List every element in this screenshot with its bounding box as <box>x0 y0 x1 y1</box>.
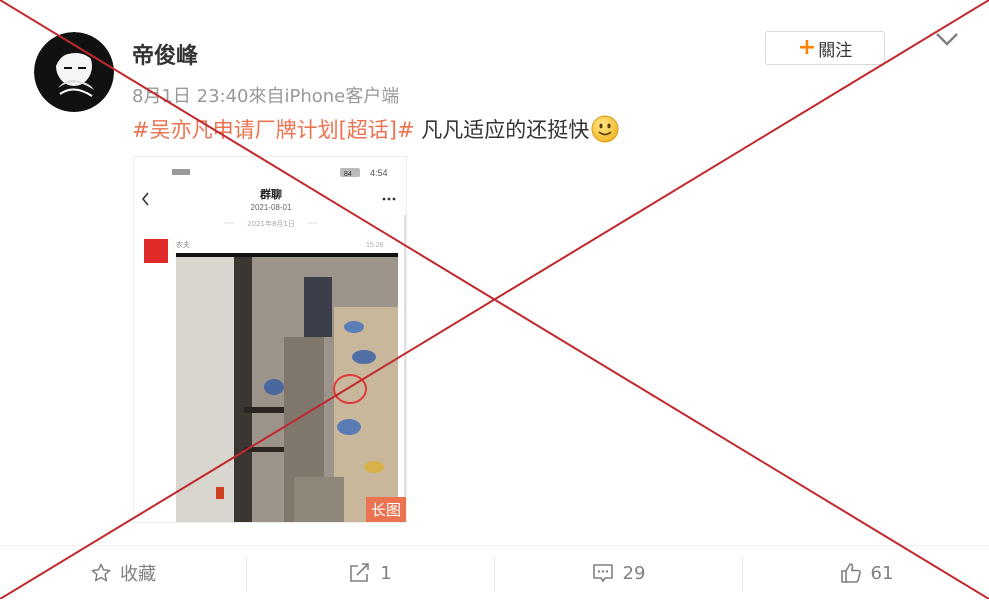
comment-button[interactable]: 29 <box>495 546 741 600</box>
chat-day: 2021年8月1日 <box>247 219 295 228</box>
sender-name: 农夫 <box>176 240 190 249</box>
thumbs-up-icon <box>840 563 861 583</box>
smile-emoji-icon <box>591 115 619 143</box>
long-image-tag: 长图 <box>365 497 406 522</box>
follow-button[interactable]: + 關注 <box>765 31 885 65</box>
topic-link[interactable]: #吴亦凡申请厂牌计划[超话]# <box>132 118 415 142</box>
post-text: #吴亦凡申请厂牌计划[超话]# 凡凡适应的还挺快 <box>132 114 619 144</box>
like-button[interactable]: 61 <box>743 546 989 600</box>
like-count: 61 <box>870 562 894 584</box>
avatar[interactable] <box>34 32 114 112</box>
share-count: 1 <box>380 562 392 584</box>
share-icon <box>350 563 370 582</box>
status-battery: 84 <box>344 171 352 178</box>
post-body: 凡凡适应的还挺快 <box>414 118 590 142</box>
collect-button[interactable]: 收藏 <box>0 546 246 600</box>
plus-icon: + <box>797 35 817 60</box>
post-image[interactable]: 4:54 84 群聊 2021-08-01 2021年8月1日 农夫 15:28 <box>133 156 407 523</box>
follow-label: 關注 <box>818 40 853 61</box>
comment-icon <box>592 564 613 582</box>
chat-date: 2021-08-01 <box>251 203 292 212</box>
post-meta: 8月1日 23:40來自iPhone客户端 <box>132 86 400 107</box>
username[interactable]: 帝俊峰 <box>132 38 198 70</box>
share-button[interactable]: 1 <box>247 546 493 600</box>
msg-time: 15:28 <box>366 242 384 249</box>
collect-label: 收藏 <box>120 564 156 585</box>
action-bar: 收藏 1 29 61 <box>0 545 989 600</box>
chevron-down-icon[interactable] <box>934 28 960 50</box>
comment-count: 29 <box>622 562 646 584</box>
status-time: 4:54 <box>370 168 388 178</box>
star-icon <box>91 563 111 582</box>
chat-title: 群聊 <box>259 187 282 201</box>
